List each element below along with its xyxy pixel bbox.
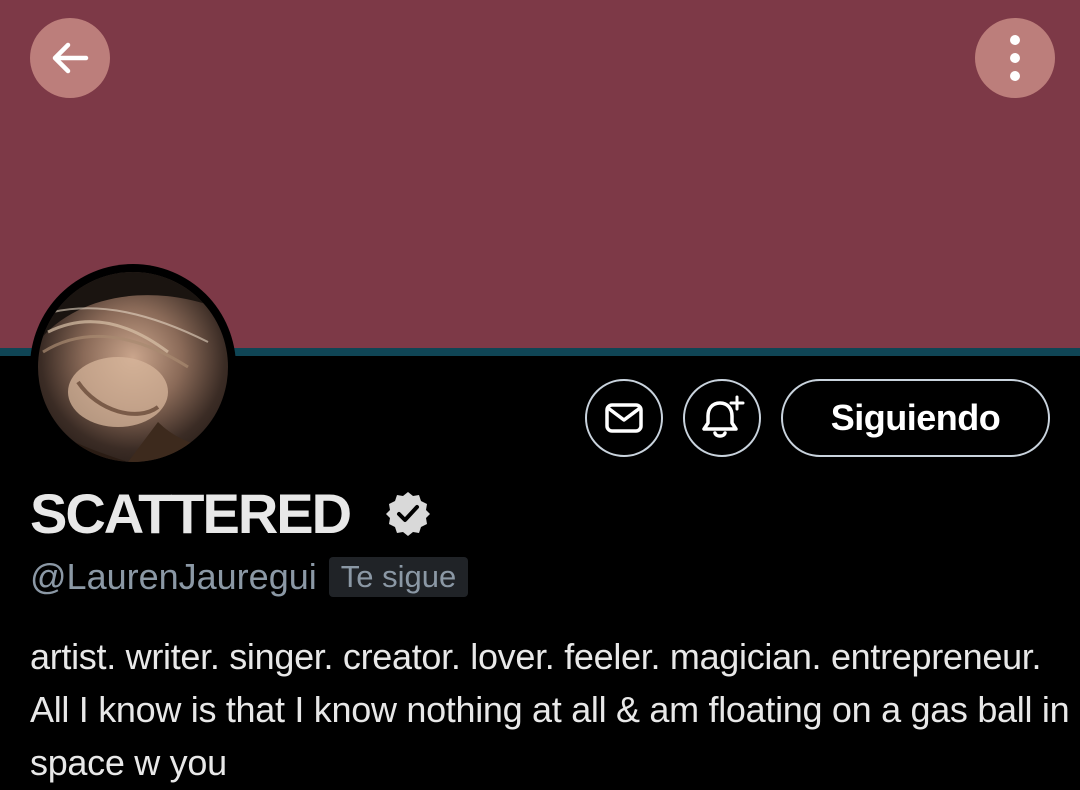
more-vertical-icon bbox=[1010, 35, 1020, 81]
display-name: SCATTERED bbox=[30, 482, 352, 545]
bell-plus-icon bbox=[702, 395, 745, 438]
back-button[interactable] bbox=[30, 18, 110, 98]
notifications-button[interactable] bbox=[683, 379, 761, 457]
profile-avatar[interactable] bbox=[30, 264, 236, 470]
avatar-photo bbox=[38, 272, 228, 462]
following-button[interactable]: Siguiendo bbox=[781, 379, 1050, 457]
user-handle: @LaurenJauregui bbox=[30, 556, 317, 597]
more-options-button[interactable] bbox=[975, 18, 1055, 98]
following-label: Siguiendo bbox=[830, 397, 1001, 438]
message-button[interactable] bbox=[585, 379, 663, 457]
profile-page: Siguiendo SCATTERED @LaurenJauregui Te s… bbox=[0, 0, 1080, 790]
handle-row: @LaurenJauregui Te sigue bbox=[30, 555, 469, 599]
arrow-left-icon bbox=[52, 42, 89, 74]
envelope-icon bbox=[605, 403, 643, 433]
profile-bio: artist. writer. singer. creator. lover. … bbox=[30, 636, 1070, 783]
follows-you-badge: Te sigue bbox=[328, 557, 469, 597]
verified-badge-icon bbox=[386, 492, 430, 536]
